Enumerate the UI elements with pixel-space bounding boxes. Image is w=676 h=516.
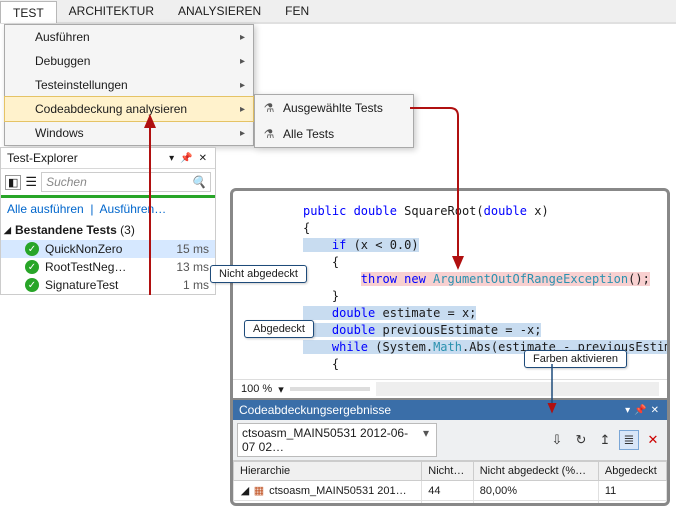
pin-icon[interactable]: 📌 <box>178 153 194 164</box>
code-coverage-pane: public double SquareRoot(double x) { if … <box>230 188 670 506</box>
menu-debuggen[interactable]: Debuggen▸ <box>5 49 253 73</box>
test-item-quicknonzero[interactable]: ✓ QuickNonZero 15 ms <box>1 240 215 258</box>
col-hierarchie[interactable]: Hierarchie <box>234 462 422 481</box>
callout-abgedeckt: Abgedeckt <box>244 320 314 338</box>
horizontal-scrollbar[interactable] <box>376 382 659 396</box>
coverage-run-combo[interactable]: ctsoasm_MAIN50531 2012-06-07 02… ▾ <box>237 423 437 457</box>
test-menu-dropdown: Ausführen▸ Debuggen▸ Testeinstellungen▸ … <box>4 24 254 146</box>
caret-down-icon: ◢ <box>4 225 11 236</box>
callout-nicht-abgedeckt: Nicht abgedeckt <box>210 265 307 283</box>
zoom-dropdown-icon[interactable]: ▾ <box>278 383 284 396</box>
caret-down-icon: ◢ <box>238 484 252 497</box>
coverage-results-panel: Codeabdeckungsergebnisse ▾ 📌 ✕ ctsoasm_M… <box>233 398 667 506</box>
col-nicht[interactable]: Nicht… <box>422 462 473 481</box>
menu-architektur[interactable]: ARCHITEKTUR <box>57 0 166 22</box>
chevron-right-icon: ▸ <box>240 80 245 91</box>
menu-analysieren[interactable]: ANALYSIEREN <box>166 0 273 22</box>
import-icon[interactable]: ⇩ <box>547 430 567 450</box>
pin-icon[interactable]: 📌 <box>632 405 648 416</box>
flask-icon: ⚗ <box>261 126 277 142</box>
menu-fen[interactable]: FEN <box>273 0 321 22</box>
test-item-signaturetest[interactable]: ✓ SignatureTest 1 ms <box>1 276 215 294</box>
menu-ausfuehren[interactable]: Ausführen▸ <box>5 25 253 49</box>
search-icon[interactable]: 🔍 <box>191 175 206 189</box>
close-icon[interactable]: ✕ <box>197 153 209 164</box>
submenu-ausgewaehlte-tests[interactable]: ⚗ Ausgewählte Tests <box>255 95 413 121</box>
codeabdeckung-submenu: ⚗ Ausgewählte Tests ⚗ Alle Tests <box>254 94 414 148</box>
caret-down-icon: ◢ <box>254 504 268 506</box>
chevron-right-icon: ▸ <box>240 32 245 43</box>
test-explorer-title: Test-Explorer <box>7 151 78 165</box>
dropdown-icon[interactable]: ▾ <box>167 153 176 164</box>
main-menu: TEST ARCHITEKTUR ANALYSIEREN FEN <box>0 0 676 24</box>
dropdown-icon[interactable]: ▾ <box>623 405 632 416</box>
dll-icon: ▪ <box>268 505 282 506</box>
chevron-right-icon: ▸ <box>240 104 245 115</box>
test-explorer-toolbar: ◧ ☰ Suchen 🔍 <box>1 169 215 198</box>
zoom-level: 100 % <box>241 383 272 395</box>
menu-codeabdeckung[interactable]: Codeabdeckung analysieren▸ <box>4 96 254 122</box>
menu-test[interactable]: TEST <box>0 1 57 23</box>
col-nicht-pct[interactable]: Nicht abgedeckt (%… <box>473 462 598 481</box>
table-row[interactable]: ◢▦ ctsoasm_MAIN50531 201… 4480,00%11 <box>234 481 667 501</box>
refresh-icon[interactable]: ↻ <box>571 430 591 450</box>
delete-icon[interactable]: ✕ <box>643 430 663 450</box>
menu-testeinstellungen[interactable]: Testeinstellungen▸ <box>5 73 253 97</box>
table-row[interactable]: ◢▪ fabrikam.math.dll 750,00%7 <box>234 501 667 507</box>
flask-icon: ⚗ <box>261 100 277 116</box>
col-abgedeckt[interactable]: Abgedeckt <box>598 462 666 481</box>
coverage-toolbar: ctsoasm_MAIN50531 2012-06-07 02… ▾ ⇩ ↻ ↥… <box>233 420 667 461</box>
link-ausfuehren[interactable]: Ausführen… <box>100 202 167 216</box>
close-icon[interactable]: ✕ <box>649 405 661 416</box>
test-group-passed[interactable]: ◢ Bestandene Tests (3) <box>1 220 215 240</box>
zoom-slider[interactable] <box>290 387 370 391</box>
group-icon[interactable]: ☰ <box>25 174 37 190</box>
zoom-bar: 100 % ▾ <box>233 379 667 398</box>
filter-icon[interactable]: ◧ <box>5 175 21 190</box>
export-icon[interactable]: ↥ <box>595 430 615 450</box>
menu-windows[interactable]: Windows▸ <box>5 121 253 145</box>
test-item-roottestneg[interactable]: ✓ RootTestNeg… 13 ms <box>1 258 215 276</box>
search-input[interactable]: Suchen 🔍 <box>41 172 211 192</box>
link-alle-ausfuehren[interactable]: Alle ausführen <box>7 202 84 216</box>
callout-farben-aktivieren: Farben aktivieren <box>524 350 627 368</box>
results-icon: ▦ <box>252 484 266 497</box>
passed-icon: ✓ <box>25 260 39 274</box>
coverage-table: Hierarchie Nicht… Nicht abgedeckt (%… Ab… <box>233 461 667 506</box>
test-explorer-links: Alle ausführen | Ausführen… <box>1 198 215 220</box>
passed-icon: ✓ <box>25 278 39 292</box>
submenu-alle-tests[interactable]: ⚗ Alle Tests <box>255 121 413 147</box>
highlight-colors-button[interactable]: ≣ <box>619 430 639 450</box>
test-explorer-title-bar: Test-Explorer ▾ 📌 ✕ <box>1 148 215 169</box>
test-explorer-panel: Test-Explorer ▾ 📌 ✕ ◧ ☰ Suchen 🔍 Alle au… <box>0 147 216 295</box>
chevron-right-icon: ▸ <box>240 56 245 67</box>
chevron-down-icon: ▾ <box>420 426 432 454</box>
passed-icon: ✓ <box>25 242 39 256</box>
coverage-title-bar: Codeabdeckungsergebnisse ▾ 📌 ✕ <box>233 400 667 420</box>
chevron-right-icon: ▸ <box>240 128 245 139</box>
